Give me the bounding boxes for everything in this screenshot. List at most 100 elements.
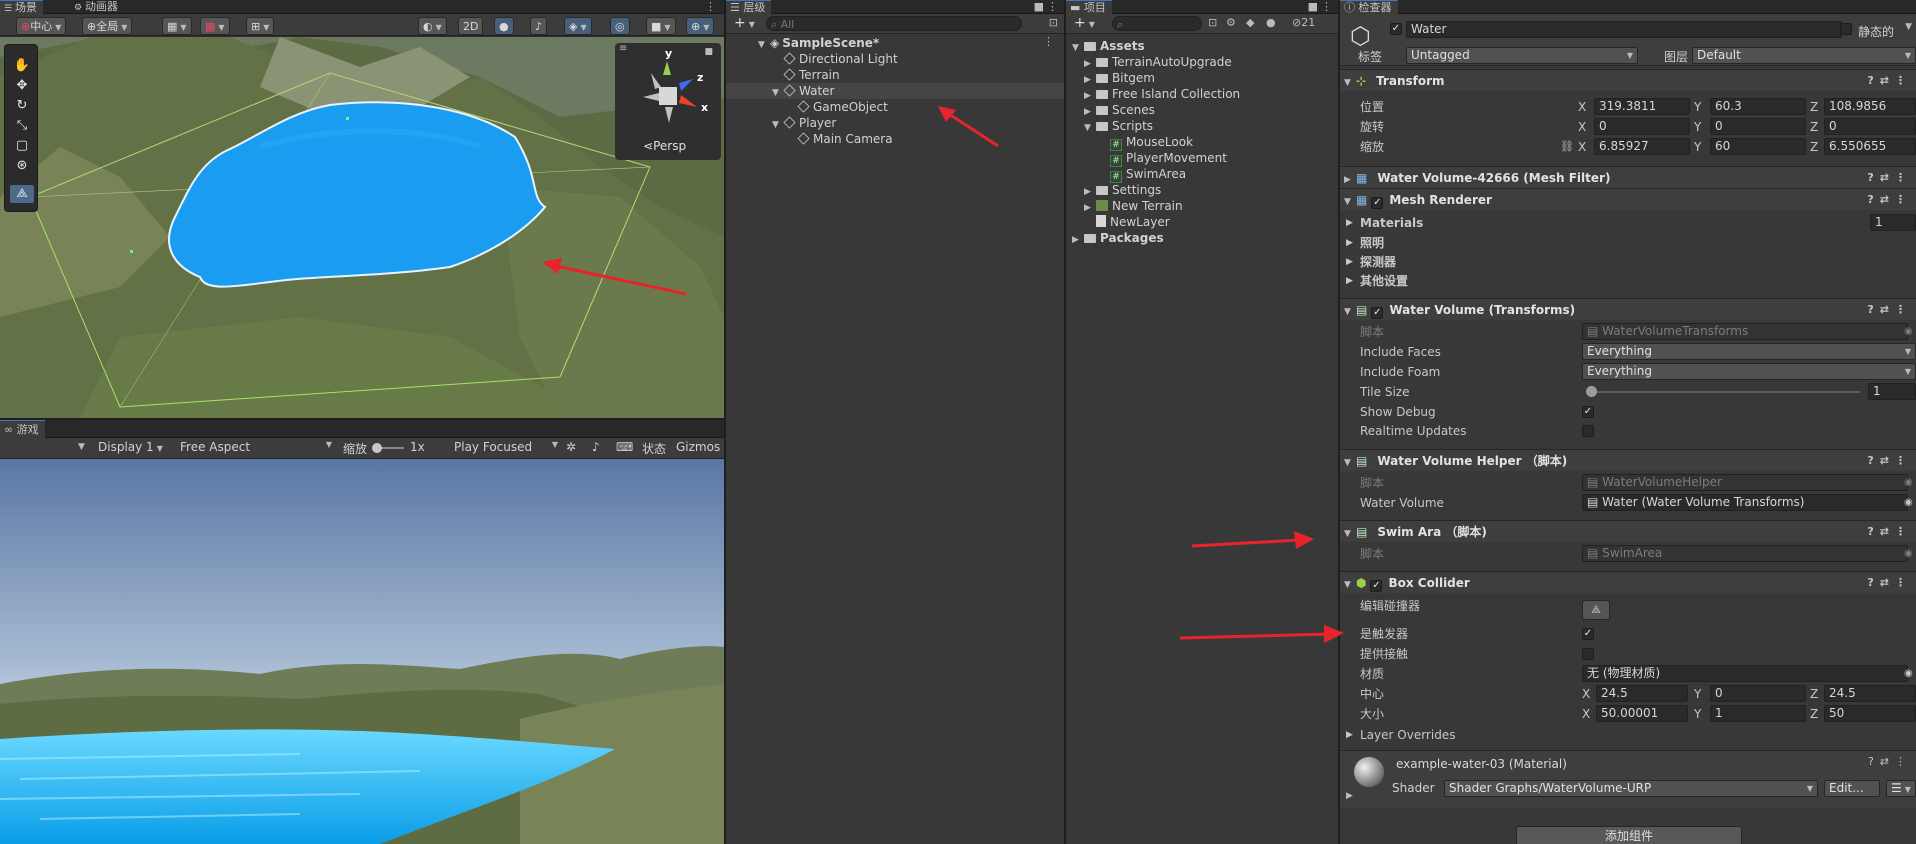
expand-arrow-icon[interactable]: ▼ — [1344, 574, 1356, 596]
shader-options-dropdown[interactable]: ☰ ▼ — [1886, 780, 1916, 797]
center-z-field[interactable]: 24.5 — [1824, 685, 1916, 702]
project-item[interactable]: ▶ New Terrain — [1066, 198, 1338, 214]
visibility-toggle-icon[interactable]: ◎ — [610, 17, 630, 35]
collapse-arrow-icon[interactable]: ▶ — [1346, 272, 1353, 290]
object-picker-icon[interactable]: ◉ — [1904, 323, 1913, 341]
tag-dropdown[interactable]: Untagged ▼ — [1406, 47, 1638, 64]
object-picker-icon[interactable]: ◉ — [1904, 665, 1913, 683]
helper-water-volume-field[interactable]: ▤ Water (Water Volume Transforms) — [1582, 494, 1908, 511]
project-item[interactable]: # PlayerMovement — [1066, 150, 1338, 167]
water-volume-header[interactable]: ▼ ▤ ✓ Water Volume (Transforms) ?⇄⋮ — [1340, 298, 1916, 320]
persp-label[interactable]: ⋖Persp — [643, 139, 686, 153]
keyboard-icon[interactable]: ⌨ — [616, 440, 633, 454]
include-foam-dropdown[interactable]: Everything ▼ — [1582, 363, 1916, 380]
mesh-renderer-enabled-checkbox[interactable]: ✓ — [1371, 197, 1384, 209]
gizmos-button[interactable]: Gizmos — [676, 440, 720, 454]
component-header-icons[interactable]: ?⇄⋮ — [1867, 299, 1912, 321]
scene-menu-icon[interactable]: ⋮ — [705, 0, 716, 14]
shader-dropdown[interactable]: Shader Graphs/WaterVolume-URP ▼ — [1444, 780, 1818, 797]
project-item[interactable]: ▶ Bitgem — [1066, 70, 1338, 86]
search-by-type-icon[interactable]: ⊡ — [1208, 16, 1217, 29]
increment-snap-button[interactable]: ⊞ ▼ — [246, 17, 275, 35]
collapse-arrow-icon[interactable]: ▶ — [1346, 791, 1353, 801]
component-header-icons[interactable]: ?⇄⋮ — [1868, 755, 1912, 768]
water-volume-enabled-checkbox[interactable]: ✓ — [1371, 307, 1384, 319]
scale-y-field[interactable]: 60 — [1710, 138, 1806, 155]
tab-hierarchy[interactable]: ☰ 层级 — [726, 0, 772, 14]
mesh-renderer-header[interactable]: ▼ ▦ ✓ Mesh Renderer ?⇄⋮ — [1340, 188, 1916, 210]
tab-game[interactable]: ∞ 游戏 — [0, 420, 45, 438]
size-z-field[interactable]: 50 — [1824, 705, 1916, 722]
rotation-y-field[interactable]: 0 — [1710, 118, 1806, 135]
size-x-field[interactable]: 50.00001 — [1596, 705, 1688, 722]
tab-project[interactable]: ▬ 项目 — [1066, 0, 1112, 14]
component-header-icons[interactable]: ?⇄⋮ — [1867, 450, 1912, 472]
position-x-field[interactable]: 319.3811 — [1594, 98, 1690, 115]
position-z-field[interactable]: 108.9856 — [1824, 98, 1916, 115]
scene-row-menu-icon[interactable]: ⋮ — [1043, 35, 1054, 48]
size-y-field[interactable]: 1 — [1710, 705, 1806, 722]
hierarchy-item[interactable]: Main Camera — [726, 131, 1064, 147]
constrain-proportions-icon[interactable]: ⛓ — [1560, 138, 1574, 156]
collapse-arrow-icon[interactable]: ▶ — [1346, 214, 1353, 232]
hidden-packages-toggle[interactable]: ⊘21 — [1292, 16, 1315, 29]
box-collider-header[interactable]: ▼ ⬢ ✓ Box Collider ?⇄⋮ — [1340, 571, 1916, 593]
lighting-toggle-icon[interactable]: ● — [494, 17, 514, 35]
rotation-x-field[interactable]: 0 — [1594, 118, 1690, 135]
bug-icon[interactable]: ✲ — [566, 440, 576, 454]
materials-row[interactable]: ▶ Materials 1 — [1340, 214, 1916, 232]
audio-toggle-icon[interactable]: ♪ — [530, 17, 548, 35]
include-faces-dropdown[interactable]: Everything ▼ — [1582, 343, 1916, 360]
project-item[interactable]: ▶ Free Island Collection — [1066, 86, 1338, 102]
lighting-foldout[interactable]: ▶ 照明 — [1340, 234, 1916, 252]
camera-settings-icon[interactable]: ■ ▼ — [646, 17, 676, 35]
game-mode-dropdown[interactable]: ▼ — [78, 442, 85, 452]
tile-size-slider[interactable] — [1586, 386, 1860, 397]
swim-area-header[interactable]: ▼ ▤ Swim Ara （脚本) ?⇄⋮ — [1340, 520, 1916, 542]
static-dropdown-arrow[interactable]: ▼ — [1905, 22, 1912, 32]
center-x-field[interactable]: 24.5 — [1596, 685, 1688, 702]
add-component-button[interactable]: 添加组件 — [1516, 826, 1742, 844]
expand-arrow-icon[interactable]: ▼ — [1344, 191, 1356, 213]
hierarchy-scene-row[interactable]: ▼ ◈ SampleScene* — [726, 35, 1064, 51]
component-header-icons[interactable]: ?⇄⋮ — [1867, 572, 1912, 594]
object-active-checkbox[interactable]: ✓ — [1390, 23, 1402, 35]
search-by-label-icon[interactable]: ⚙ — [1226, 16, 1236, 29]
water-volume-helper-header[interactable]: ▼ ▤ Water Volume Helper （脚本) ?⇄⋮ — [1340, 449, 1916, 471]
scale-z-field[interactable]: 6.550655 — [1824, 138, 1916, 155]
component-header-icons[interactable]: ?⇄⋮ — [1867, 70, 1912, 92]
shader-edit-button[interactable]: Edit... — [1824, 780, 1880, 797]
object-name-field[interactable]: Water — [1406, 21, 1842, 38]
tab-scene[interactable]: ☰ 场景 — [0, 0, 43, 14]
project-item[interactable]: ▶ Settings — [1066, 182, 1338, 198]
layer-dropdown[interactable]: Default ▼ — [1692, 47, 1916, 64]
aspect-dropdown[interactable]: Free Aspect ▼ — [180, 440, 332, 454]
shading-mode-button[interactable]: ◐ ▼ — [418, 17, 447, 35]
hierarchy-menu-icon[interactable]: ⋮ — [1047, 0, 1058, 14]
static-checkbox[interactable] — [1840, 23, 1852, 35]
position-y-field[interactable]: 60.3 — [1710, 98, 1806, 115]
project-item[interactable]: # SwimArea — [1066, 166, 1338, 183]
component-header-icons[interactable]: ?⇄⋮ — [1867, 521, 1912, 543]
expand-arrow-icon[interactable]: ▼ — [1344, 301, 1356, 323]
pivot-dropdown[interactable]: ⊕中心 ▼ — [16, 17, 67, 35]
collapse-arrow-icon[interactable]: ▶ — [1072, 232, 1084, 248]
realtime-updates-checkbox[interactable] — [1582, 425, 1594, 437]
rect-tool-icon[interactable]: ▢ — [10, 137, 34, 155]
component-header-icons[interactable]: ?⇄⋮ — [1867, 189, 1912, 211]
project-item[interactable]: ▶ TerrainAutoUpgrade — [1066, 54, 1338, 70]
hierarchy-item[interactable]: Terrain — [726, 67, 1064, 83]
project-item[interactable]: ▼ Assets — [1066, 38, 1338, 54]
other-settings-foldout[interactable]: ▶ 其他设置 — [1340, 272, 1916, 290]
hierarchy-lock-icon[interactable]: ■ — [1034, 0, 1044, 14]
game-viewport[interactable] — [0, 459, 724, 844]
scale-slider[interactable] — [372, 443, 404, 453]
is-trigger-checkbox[interactable]: ✓ — [1582, 628, 1594, 640]
scene-viewport[interactable]: ✋ ✥ ↻ ⤡ ▢ ⊛ ⟁ ≡ ■ y z x ⋖Persp — [0, 37, 724, 418]
effects-toggle-icon[interactable]: ◈ ▼ — [564, 17, 592, 35]
expand-arrow-icon[interactable]: ▼ — [1344, 452, 1356, 474]
transform-header[interactable]: ▼ ⊹ Transform ?⇄⋮ — [1340, 69, 1916, 91]
custom-tool-icon[interactable]: ⟁ — [10, 185, 34, 203]
project-item[interactable]: ▼ Scripts — [1066, 118, 1338, 134]
expand-arrow-icon[interactable]: ▼ — [1344, 72, 1356, 94]
